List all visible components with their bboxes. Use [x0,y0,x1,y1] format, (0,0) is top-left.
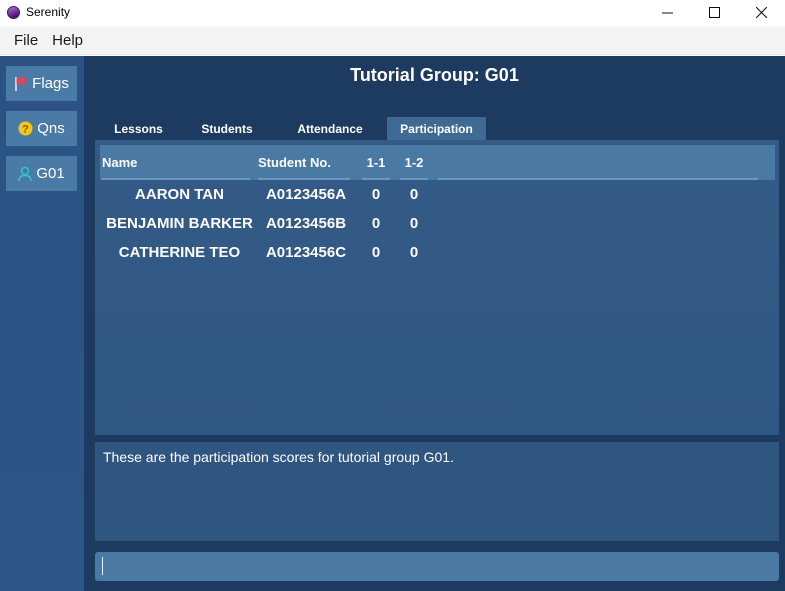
column-header-session-1-2[interactable]: 1-2 [400,145,428,180]
app-logo-icon [7,5,20,19]
tab-attendance[interactable]: Attendance [273,117,387,140]
sidebar-item-label: Qns [37,120,65,137]
window-controls [644,0,785,24]
cell-student-no: A0123456C [265,244,347,261]
flag-icon [14,76,28,92]
user-icon [18,166,33,182]
maximize-icon [709,6,720,18]
column-header-label: 1-2 [404,155,424,170]
sidebar: Flags ? Qns G01 [0,56,84,591]
table-row[interactable]: CATHERINE TEO A0123456C 0 0 [100,238,775,267]
command-input[interactable] [95,552,779,581]
column-header-student-no[interactable]: Student No. [258,145,350,180]
minimize-button[interactable] [644,0,691,24]
menu-help[interactable]: Help [45,32,90,49]
cell-name: BENJAMIN BARKER [106,215,253,232]
tab-participation[interactable]: Participation [387,117,486,140]
tab-lessons[interactable]: Lessons [96,117,181,140]
page-title: Tutorial Group: G01 [350,65,519,85]
close-icon [756,6,767,18]
question-icon: ? [18,121,33,136]
title-bar: Serenity [0,0,785,24]
column-header-label: Student No. [258,155,331,170]
cell-score: 0 [371,215,381,232]
column-header-filler [438,145,758,180]
sidebar-item-label: Flags [32,75,69,92]
result-display: These are the participation scores for t… [95,442,779,541]
sidebar-item-flags[interactable]: Flags [6,66,77,101]
table-row[interactable]: BENJAMIN BARKER A0123456B 0 0 [100,209,775,238]
close-button[interactable] [738,0,785,24]
minimize-icon [662,12,673,13]
cell-score: 0 [371,186,381,203]
table-row[interactable]: AARON TAN A0123456A 0 0 [100,180,775,209]
maximize-button[interactable] [691,0,738,24]
cell-student-no: A0123456B [265,215,347,232]
cell-score: 0 [409,215,419,232]
tab-students[interactable]: Students [181,117,273,140]
window-title: Serenity [26,5,71,19]
column-header-session-1-1[interactable]: 1-1 [362,145,390,180]
svg-text:?: ? [22,124,29,136]
sidebar-item-label: G01 [36,165,65,182]
cell-name: CATHERINE TEO [118,244,241,261]
sidebar-item-g01[interactable]: G01 [6,156,77,191]
cell-score: 0 [409,186,419,203]
cell-student-no: A0123456A [265,186,347,203]
cell-name: AARON TAN [135,186,224,203]
table-header: Name Student No. 1-1 1-2 [100,145,775,180]
cell-score: 0 [371,244,381,261]
column-header-label: 1-1 [366,155,386,170]
participation-table: Name Student No. 1-1 1-2 AARON TAN A0123… [95,140,779,435]
menu-bar: File Help [0,27,785,55]
cell-score: 0 [409,244,419,261]
column-header-name[interactable]: Name [102,145,250,180]
app-body: Flags ? Qns G01 Tutorial Group: G01 Less… [0,56,785,591]
sidebar-item-qns[interactable]: ? Qns [6,111,77,146]
main-content: Tutorial Group: G01 Lessons Students Att… [84,56,785,591]
text-caret [102,557,103,575]
tab-bar: Lessons Students Attendance Participatio… [96,117,486,140]
column-header-label: Name [102,155,138,170]
menu-file[interactable]: File [7,32,45,49]
